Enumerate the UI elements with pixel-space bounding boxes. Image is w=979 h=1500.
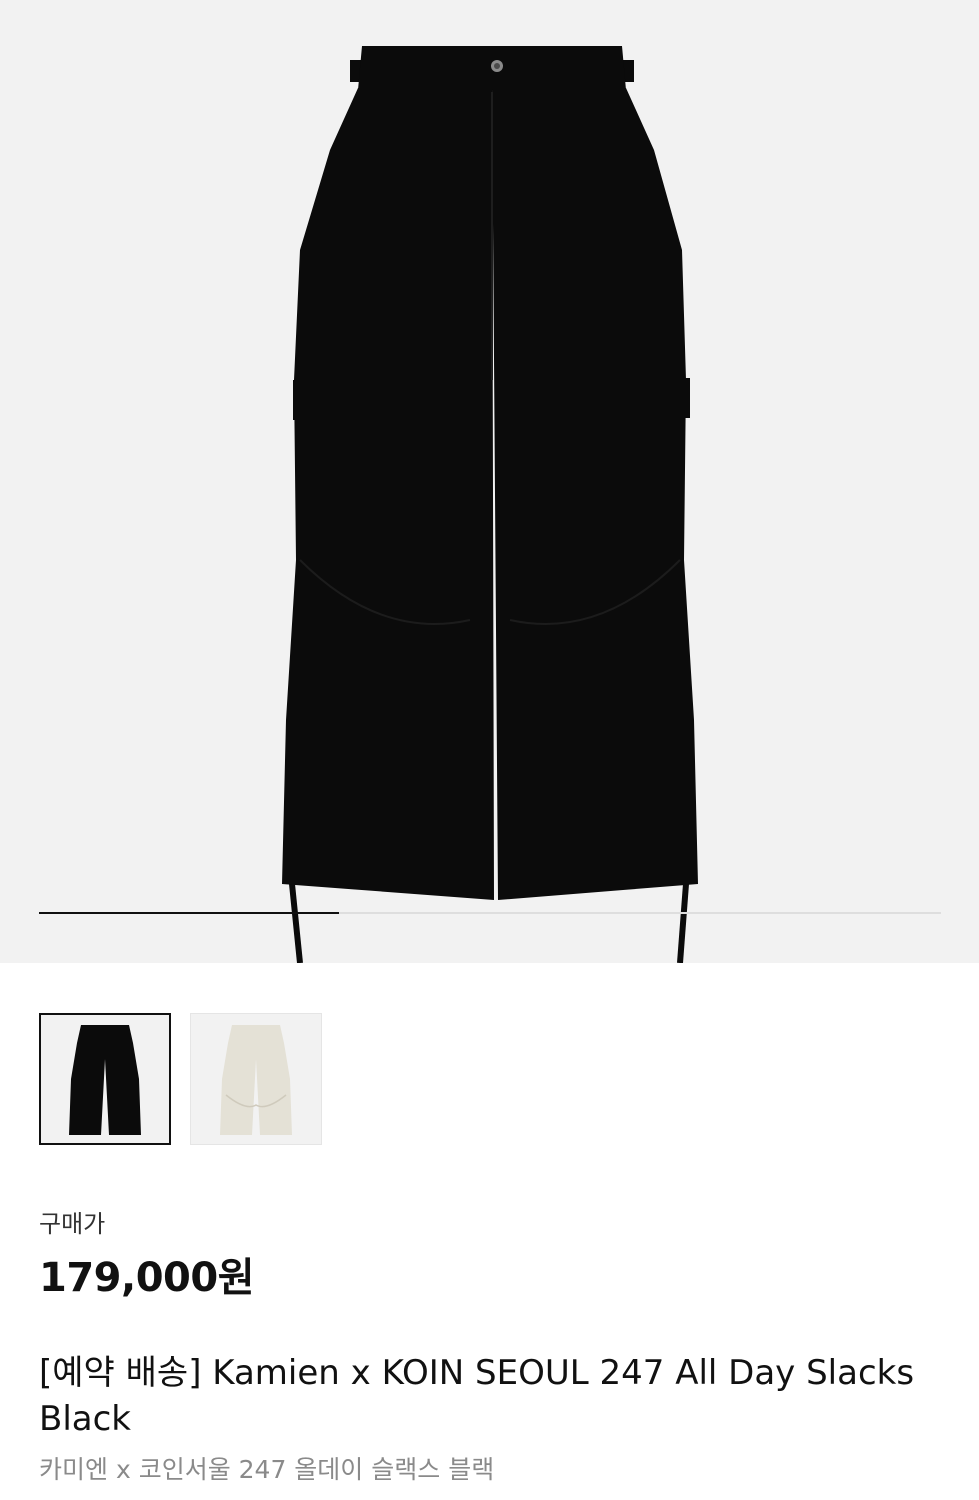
product-main-image bbox=[282, 46, 698, 963]
gallery-progress-indicator bbox=[39, 912, 340, 914]
product-subtitle: 카미엔 x 코인서울 247 올데이 슬랙스 블랙 bbox=[39, 1455, 495, 1484]
thumbnail-black[interactable] bbox=[39, 1013, 171, 1145]
product-image-gallery[interactable] bbox=[0, 0, 979, 963]
product-title: [예약 배송] Kamien x KOIN SEOUL 247 All Day … bbox=[39, 1353, 915, 1439]
ivory-pants-thumbnail-icon bbox=[220, 1025, 292, 1135]
gallery-progress-bar bbox=[39, 912, 941, 914]
thumbnail-list bbox=[39, 1013, 322, 1145]
black-pants-thumbnail-icon bbox=[69, 1025, 141, 1135]
price-label: 구매가 bbox=[39, 1210, 106, 1238]
thumbnail-ivory[interactable] bbox=[190, 1013, 322, 1145]
price-value: 179,000원 bbox=[39, 1255, 255, 1301]
